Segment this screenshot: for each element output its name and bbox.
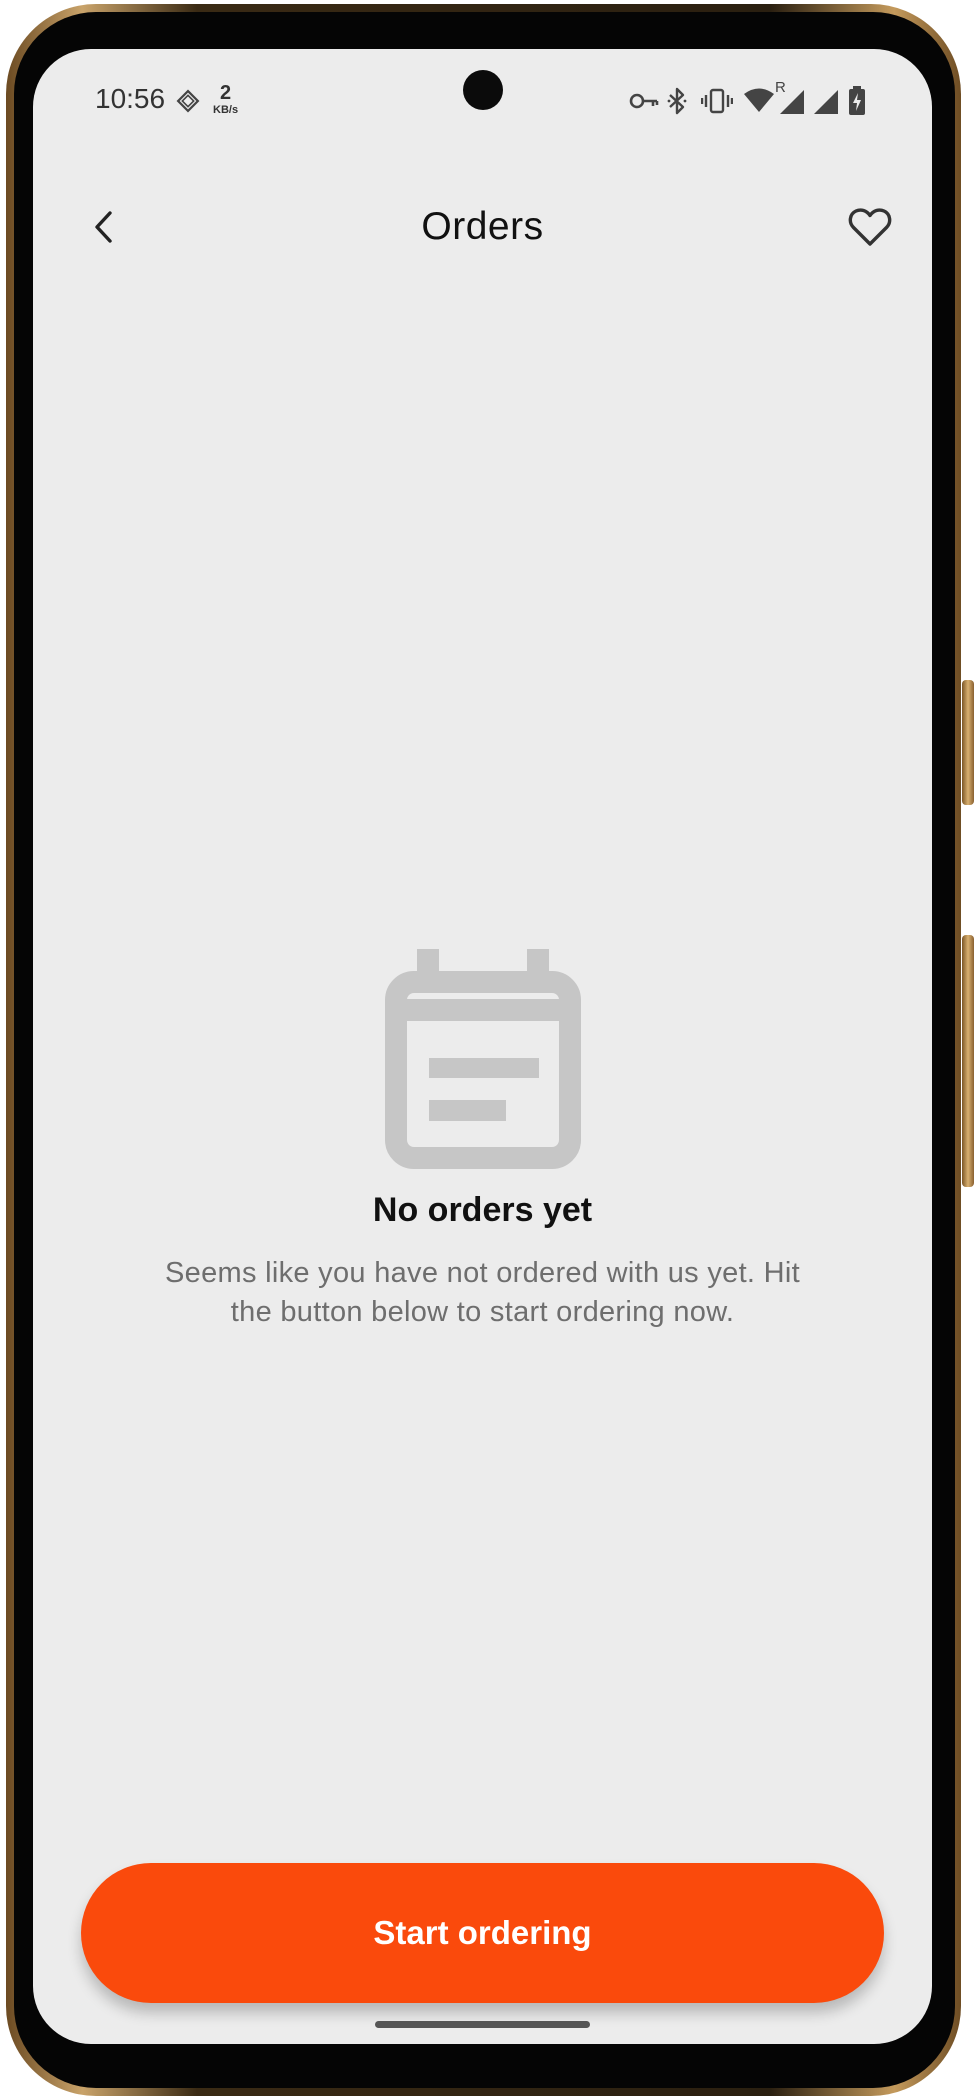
empty-state: No orders yet Seems like you have not or…	[33, 949, 932, 1332]
phone-side-button	[962, 935, 974, 1187]
net-speed: 2 KB/s	[213, 83, 238, 116]
heart-icon	[848, 207, 892, 252]
home-indicator[interactable]	[375, 2021, 590, 2028]
start-ordering-button[interactable]: Start ordering	[81, 1863, 884, 2003]
net-speed-unit: KB/s	[213, 104, 239, 116]
page-title: Orders	[421, 205, 544, 248]
battery-charging-icon	[848, 86, 866, 121]
calendar-icon	[33, 949, 932, 1169]
phone-side-button	[962, 680, 974, 805]
front-camera	[463, 70, 503, 110]
data-saver-icon	[173, 86, 203, 121]
signal-icon	[812, 89, 840, 120]
vibrate-icon	[700, 88, 734, 119]
status-bar: 10:56 2 KB/s R	[33, 49, 932, 159]
vpn-key-icon	[629, 91, 659, 116]
status-time: 10:56	[95, 83, 166, 114]
signal-icon	[778, 89, 806, 120]
app-screen: 10:56 2 KB/s R Orders No orders yet Seem…	[33, 49, 932, 2044]
net-speed-value: 2	[219, 82, 232, 104]
favorites-button[interactable]	[838, 197, 902, 261]
empty-state-title: No orders yet	[372, 1191, 593, 1229]
empty-state-description: Seems like you have not ordered with us …	[165, 1257, 800, 1328]
bluetooth-icon	[666, 86, 688, 121]
wifi-icon	[743, 87, 775, 118]
app-header: Orders	[33, 189, 932, 269]
